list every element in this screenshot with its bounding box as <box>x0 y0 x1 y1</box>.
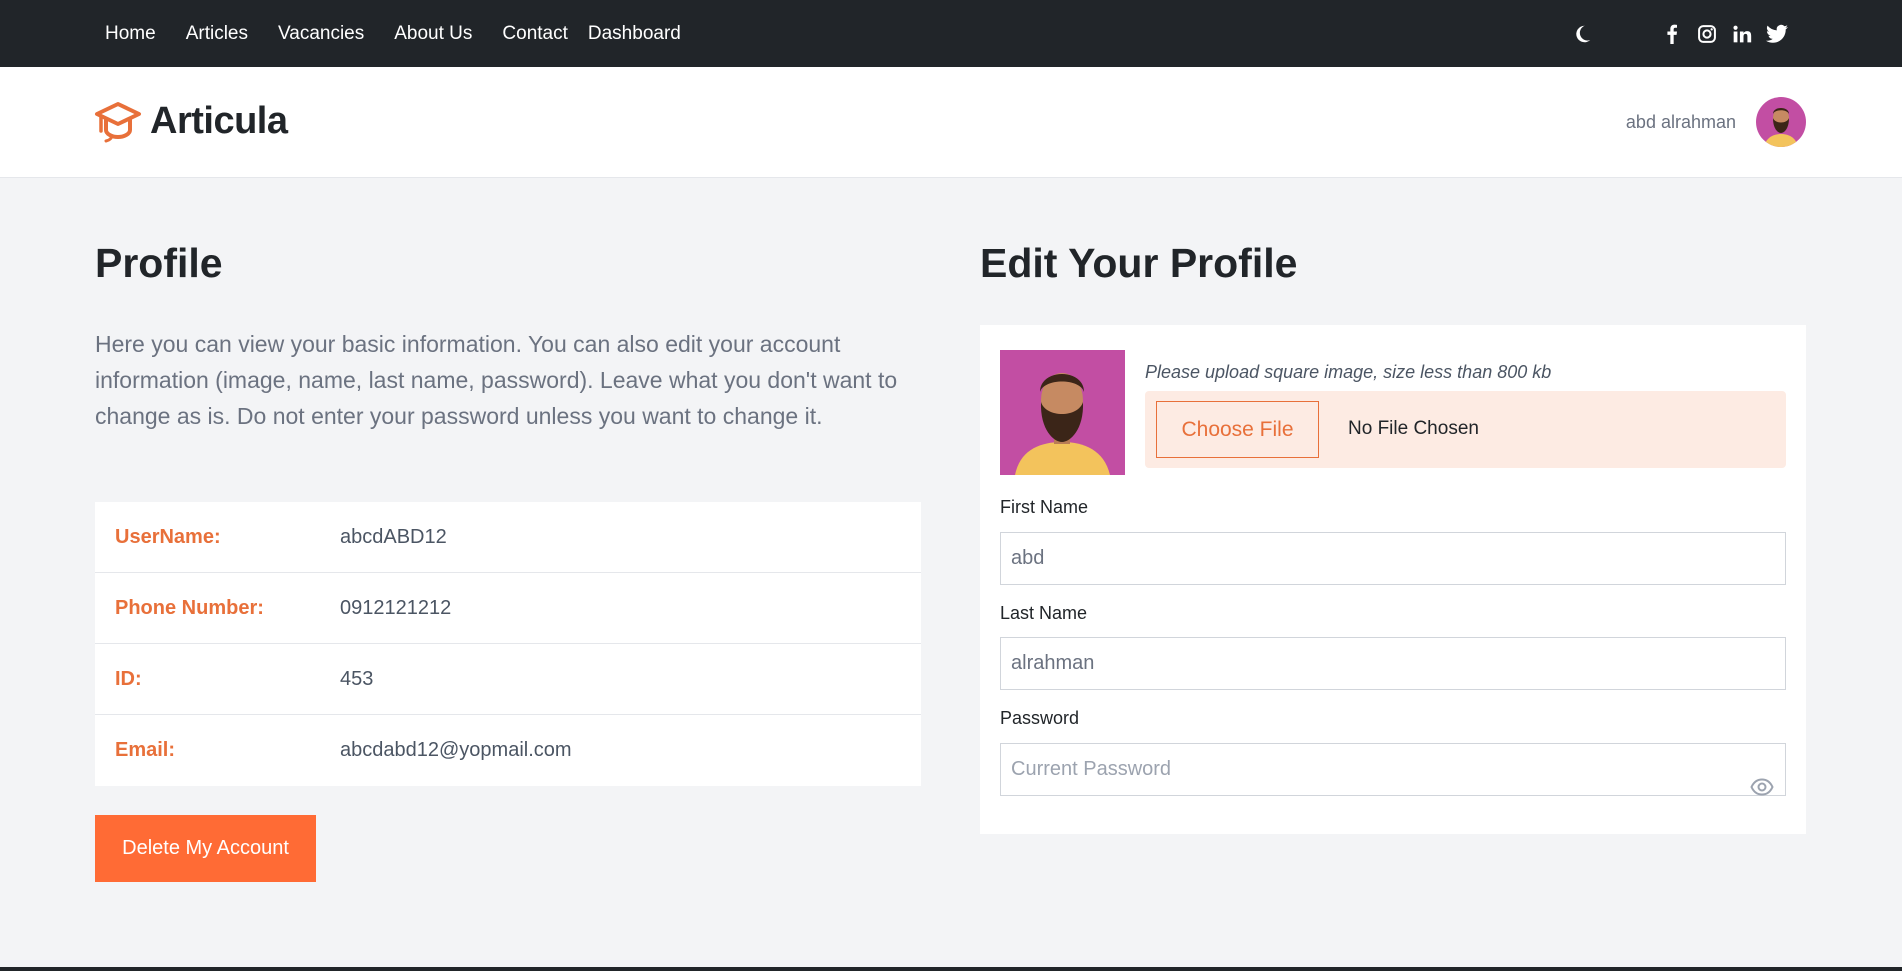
profile-photo-preview <box>1000 350 1125 475</box>
twitter-icon[interactable] <box>1766 23 1788 45</box>
delete-account-button[interactable]: Delete My Account <box>95 815 316 882</box>
info-label: Email: <box>115 739 176 761</box>
info-label: Phone Number: <box>115 596 264 619</box>
upload-hint: Please upload square image, size less th… <box>1145 362 1552 382</box>
info-label: ID: <box>115 667 142 690</box>
nav-contact-link[interactable]: Contact <box>502 23 567 45</box>
avatar[interactable] <box>1756 97 1806 147</box>
password-input[interactable] <box>1000 743 1786 796</box>
edit-profile-card: Please upload square image, size less th… <box>980 325 1806 834</box>
info-row-username: UserName: abcdABD12 <box>95 502 921 573</box>
profile-title: Profile <box>95 240 223 286</box>
info-row-phone: Phone Number: 0912121212 <box>95 573 921 644</box>
top-navbar: Home Articles Vacancies About Us Contact… <box>0 0 1902 67</box>
first-name-input[interactable] <box>1000 532 1786 585</box>
nav-articles-link[interactable]: Articles <box>186 23 248 45</box>
top-right-icons <box>1571 0 1788 67</box>
last-name-input[interactable] <box>1000 637 1786 690</box>
user-menu[interactable]: abd alrahman <box>1626 97 1806 147</box>
info-value: abcdABD12 <box>340 525 447 548</box>
no-file-chosen-text: No File Chosen <box>1348 418 1479 439</box>
profile-description: Here you can view your basic information… <box>95 331 898 429</box>
graduation-cap-icon <box>95 101 141 142</box>
info-label: UserName: <box>115 525 221 548</box>
eye-icon[interactable] <box>1750 775 1774 799</box>
brand-name: Articula <box>150 100 288 142</box>
user-name: abd alrahman <box>1625 111 1736 132</box>
nav-dashboard-link[interactable]: Dashboard <box>588 23 681 45</box>
info-value: 0912121212 <box>340 596 452 619</box>
nav-links: Home Articles Vacancies About Us Contact… <box>105 0 681 67</box>
moon-icon[interactable] <box>1571 23 1593 45</box>
first-name-label: First Name <box>1000 497 1089 517</box>
password-label: Password <box>1000 708 1080 728</box>
site-header: Articula abd alrahman <box>0 67 1902 178</box>
choose-file-button[interactable]: Choose File <box>1156 401 1319 458</box>
nav-vacancies-link[interactable]: Vacancies <box>278 23 364 45</box>
info-value: abcdabd12@yopmail.com <box>340 739 572 761</box>
edit-profile-title: Edit Your Profile <box>980 240 1298 286</box>
info-row-id: ID: 453 <box>95 644 921 715</box>
file-upload-box: Choose File No File Chosen <box>1145 391 1786 468</box>
instagram-icon[interactable] <box>1696 23 1718 45</box>
brand-logo[interactable]: Articula <box>94 100 288 143</box>
last-name-label: Last Name <box>1000 603 1088 623</box>
info-value: 453 <box>340 667 374 690</box>
info-row-email: Email: abcdabd12@yopmail.com <box>95 715 921 786</box>
linkedin-icon[interactable] <box>1731 23 1753 45</box>
bottom-border <box>0 967 1902 971</box>
profile-info-card: UserName: abcdABD12 Phone Number: 091212… <box>95 502 921 786</box>
facebook-icon[interactable] <box>1661 23 1683 45</box>
nav-home-link[interactable]: Home <box>105 23 156 45</box>
nav-about-link[interactable]: About Us <box>394 23 472 45</box>
